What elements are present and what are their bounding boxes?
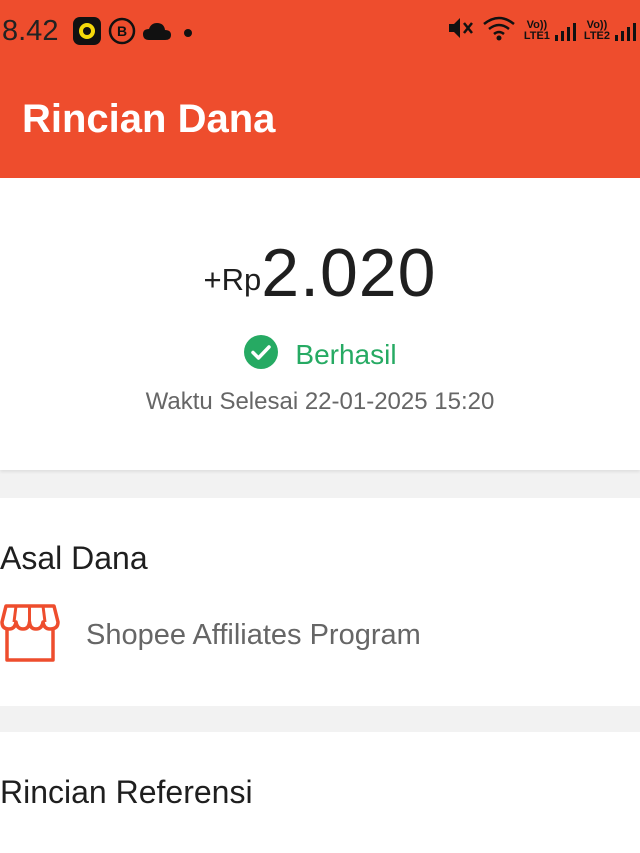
fund-source-name: Shopee Affiliates Program — [86, 619, 421, 651]
lte1-signal-icon: Vo)) LTE1 — [523, 18, 576, 42]
reference-details-card: Rincian Referensi — [0, 732, 640, 853]
summary-card: +Rp2.020 Berhasil Waktu Selesai 22-01-20… — [0, 178, 640, 470]
fund-source-title: Asal Dana — [0, 540, 148, 576]
completion-time: Waktu Selesai 22-01-2025 15:20 — [145, 388, 495, 415]
reference-details-title: Rincian Referensi — [0, 774, 253, 810]
svg-text:B: B — [117, 23, 127, 39]
status-bar: 8.42 B Vo)) LTE1 Vo)) LTE2 — [0, 0, 640, 62]
status-text: Berhasil — [295, 338, 397, 370]
lte2-label: LTE2 — [583, 29, 610, 42]
b-badge-icon: B — [108, 17, 136, 50]
fund-source-card: Asal Dana Shopee Affiliates Program — [0, 498, 640, 706]
app-notification-icon — [72, 16, 102, 51]
wifi-icon — [482, 14, 516, 47]
cloud-icon — [142, 20, 172, 47]
transaction-status: Berhasil — [0, 334, 640, 375]
lte1-label: LTE1 — [523, 29, 550, 42]
mute-icon — [446, 14, 474, 47]
amount-prefix: +Rp — [203, 262, 262, 297]
app-bar: Rincian Dana — [0, 62, 640, 178]
dot-icon — [178, 21, 198, 46]
volte-label: Vo)) — [526, 18, 548, 31]
check-circle-icon — [243, 334, 279, 375]
volte-label: Vo)) — [586, 18, 608, 31]
shop-icon — [0, 602, 60, 669]
page-title: Rincian Dana — [22, 97, 276, 141]
amount-value: 2.020 — [261, 235, 437, 311]
fund-source-row: Shopee Affiliates Program — [0, 602, 421, 669]
status-left-icons: B — [72, 16, 198, 51]
status-time: 8.42 — [2, 15, 59, 47]
status-right-icons: Vo)) LTE1 Vo)) LTE2 — [446, 14, 636, 47]
lte2-signal-icon: Vo)) LTE2 — [583, 18, 636, 42]
amount-display: +Rp2.020 — [0, 234, 640, 312]
